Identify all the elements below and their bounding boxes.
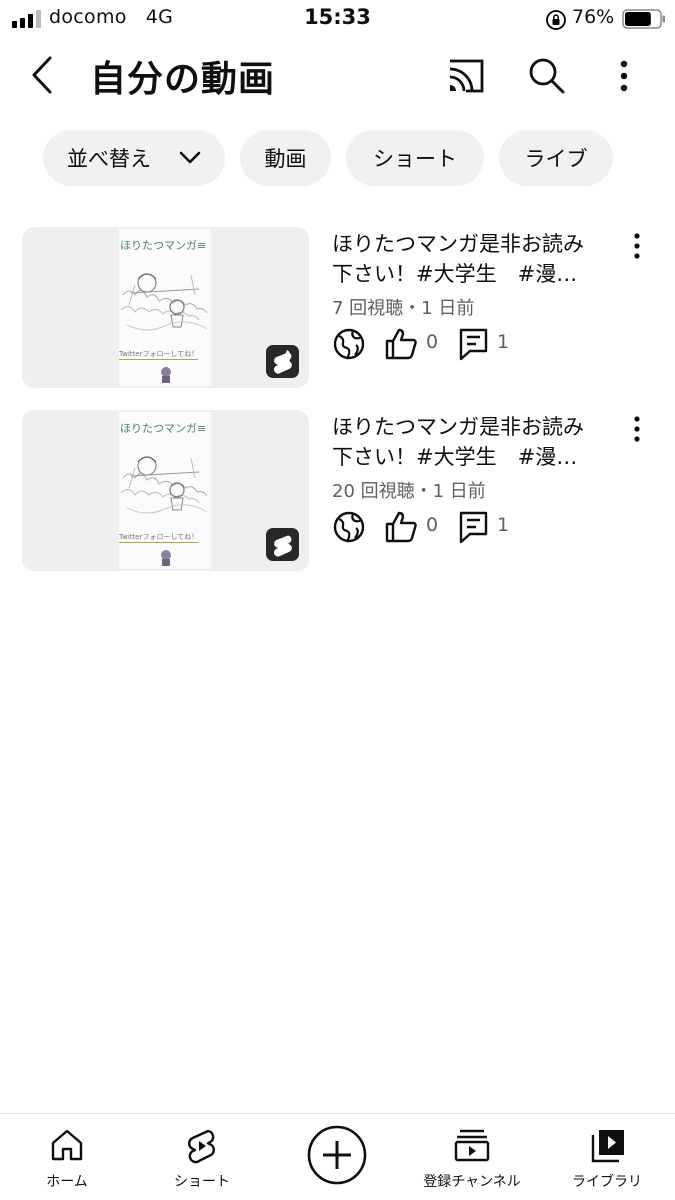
subscriptions-icon bbox=[454, 1129, 490, 1162]
more-vertical-icon[interactable] bbox=[622, 231, 652, 261]
more-vertical-icon[interactable] bbox=[622, 414, 652, 444]
video-title-line: ほりたつマンガ是非お読み bbox=[332, 415, 584, 439]
video-title-line: ほりたつマンガ是非お読み bbox=[332, 232, 584, 256]
thumbs-up-icon bbox=[385, 328, 417, 360]
search-icon[interactable] bbox=[524, 54, 568, 98]
video-thumbnail[interactable]: ほりたつマンガ≡ Twitterフォローしてね！ bbox=[22, 410, 309, 571]
thumbnail-follow-text: Twitterフォローしてね！ bbox=[119, 350, 199, 360]
video-meta: 7 回視聴・1 日前 bbox=[332, 298, 475, 319]
shorts-badge bbox=[266, 345, 299, 378]
bottom-navigation: ホーム ショート 登録チャンネル ライブラリ bbox=[0, 1113, 675, 1200]
cast-icon[interactable] bbox=[444, 56, 488, 96]
video-title-line: 下さい！#大学生 #漫… bbox=[332, 445, 578, 469]
nav-subscriptions[interactable]: 登録チャンネル bbox=[412, 1114, 532, 1200]
more-vertical-icon[interactable] bbox=[604, 54, 644, 98]
nav-create[interactable] bbox=[306, 1114, 368, 1200]
globe-icon bbox=[333, 328, 365, 360]
create-plus-icon bbox=[307, 1125, 367, 1185]
video-meta: 20 回視聴・1 日前 bbox=[332, 481, 486, 502]
like-count: 0 bbox=[426, 331, 439, 353]
shorts-logo-icon bbox=[273, 349, 292, 374]
manga-page-image: ほりたつマンガ≡ Twitterフォローしてね！ bbox=[119, 412, 211, 569]
status-bar: docomo 4G 15:33 76% bbox=[0, 0, 675, 40]
nav-library[interactable]: ライブラリ bbox=[564, 1114, 650, 1200]
character-sprite bbox=[161, 550, 171, 566]
thumbnail-title-text: ほりたつマンガ≡ bbox=[120, 239, 207, 252]
chip-videos[interactable]: 動画 bbox=[240, 130, 331, 186]
sort-chip-label: 並べ替え bbox=[67, 147, 151, 171]
character-sprite bbox=[161, 367, 171, 383]
battery-icon bbox=[622, 9, 665, 29]
shorts-badge bbox=[266, 528, 299, 561]
nav-shorts-label: ショート bbox=[174, 1174, 230, 1190]
manga-illustration bbox=[121, 273, 208, 331]
video-title[interactable]: ほりたつマンガ是非お読み 下さい！#大学生 #漫… bbox=[332, 412, 622, 472]
chip-shorts[interactable]: ショート bbox=[346, 130, 484, 186]
thumbnail-title-text: ほりたつマンガ≡ bbox=[120, 422, 207, 435]
chip-live-label: ライブ bbox=[524, 147, 588, 171]
page-title: 自分の動画 bbox=[90, 59, 276, 100]
globe-icon bbox=[333, 511, 365, 543]
orientation-lock-icon bbox=[546, 10, 566, 30]
shorts-logo-icon bbox=[273, 535, 292, 557]
video-item[interactable]: ほりたつマンガ≡ Twitterフォローしてね！ ほりたつマンガ是非お読み 下さ… bbox=[0, 227, 675, 392]
video-title-line: 下さい！#大学生 #漫… bbox=[332, 262, 578, 286]
nav-shorts[interactable]: ショート bbox=[160, 1114, 244, 1200]
shorts-icon bbox=[188, 1129, 215, 1164]
thumbs-up-icon bbox=[385, 511, 417, 543]
video-title[interactable]: ほりたつマンガ是非お読み 下さい！#大学生 #漫… bbox=[332, 229, 622, 289]
manga-page-image: ほりたつマンガ≡ Twitterフォローしてね！ bbox=[119, 229, 211, 386]
nav-subscriptions-label: 登録チャンネル bbox=[423, 1174, 521, 1190]
app-bar: 自分の動画 bbox=[0, 40, 675, 115]
nav-library-label: ライブラリ bbox=[572, 1174, 642, 1190]
nav-home-label: ホーム bbox=[46, 1174, 88, 1190]
nav-home[interactable]: ホーム bbox=[27, 1114, 107, 1200]
chip-live[interactable]: ライブ bbox=[499, 130, 613, 186]
library-icon bbox=[591, 1130, 624, 1163]
video-item[interactable]: ほりたつマンガ≡ Twitterフォローしてね！ ほりたつマンガ是非お読み 下さ… bbox=[0, 410, 675, 575]
comment-count: 1 bbox=[497, 514, 510, 536]
chip-shorts-label: ショート bbox=[373, 147, 457, 171]
battery-percent: 76% bbox=[572, 6, 615, 28]
comment-icon bbox=[459, 511, 488, 544]
chevron-down-icon bbox=[179, 151, 201, 164]
home-icon bbox=[51, 1129, 83, 1161]
sort-chip[interactable]: 並べ替え bbox=[43, 130, 225, 186]
video-thumbnail[interactable]: ほりたつマンガ≡ Twitterフォローしてね！ bbox=[22, 227, 309, 388]
thumbnail-follow-text: Twitterフォローしてね！ bbox=[119, 533, 199, 543]
comment-icon bbox=[459, 328, 488, 361]
comment-count: 1 bbox=[497, 331, 510, 353]
chevron-left-icon[interactable] bbox=[22, 53, 66, 97]
manga-illustration bbox=[121, 456, 208, 514]
chip-videos-label: 動画 bbox=[264, 147, 307, 171]
like-count: 0 bbox=[426, 514, 439, 536]
